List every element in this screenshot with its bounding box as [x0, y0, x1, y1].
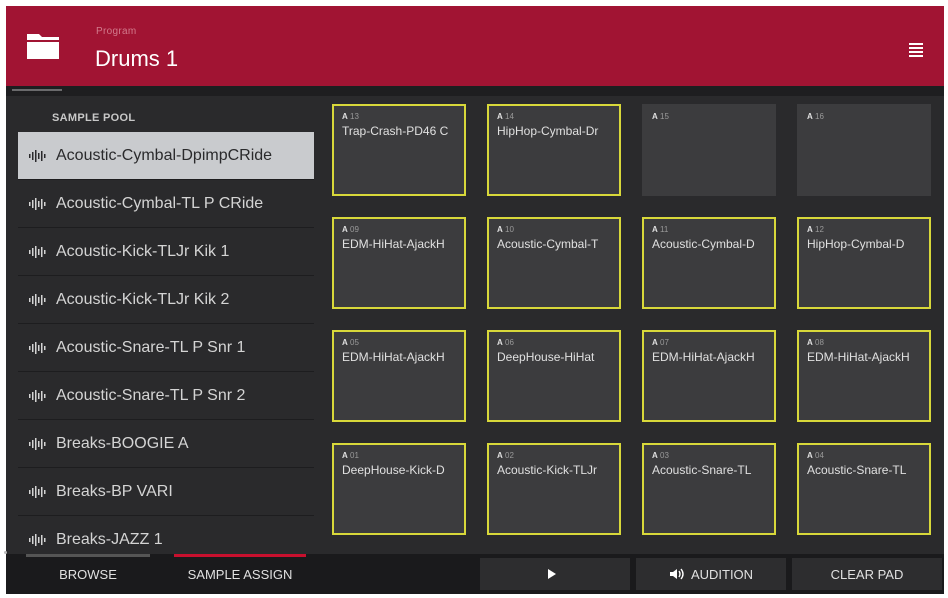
sample-name: Breaks-JAZZ 1: [56, 530, 163, 548]
tab-indicator: [12, 89, 62, 91]
sample-name: Acoustic-Cymbal-TL P CRide: [56, 194, 264, 212]
app-window: Program Drums 1 SAMPLE POOL Acoustic-Cym…: [6, 6, 944, 594]
pad-sample-name: DeepHouse-HiHat: [497, 350, 595, 364]
pad-number: A 03: [652, 451, 669, 460]
pad-number: A 04: [807, 451, 824, 460]
sample-name: Acoustic-Snare-TL P Snr 1: [56, 338, 246, 356]
pad-a11[interactable]: A 11 Acoustic-Cymbal-D: [642, 217, 776, 309]
pad-a16[interactable]: A 16: [797, 104, 931, 196]
pad-number: A 06: [497, 338, 514, 347]
pad-a14[interactable]: A 14 HipHop-Cymbal-Dr: [487, 104, 621, 196]
pad-sample-name: DeepHouse-Kick-D: [342, 463, 445, 477]
pad-sample-name: EDM-HiHat-AjackH: [342, 350, 445, 364]
sample-pool-item[interactable]: Acoustic-Cymbal-DpimpCRide: [18, 132, 314, 180]
sample-pool-item[interactable]: Acoustic-Snare-TL P Snr 1: [18, 324, 314, 372]
waveform-icon: [29, 149, 46, 162]
pad-number: A 16: [807, 112, 824, 121]
sample-pool-panel: SAMPLE POOL Acoustic-Cymbal-DpimpCRide Ac…: [18, 98, 314, 550]
pad-number: A 11: [652, 225, 669, 234]
bottom-toolbar: BROWSE SAMPLE ASSIGN AUDITION CLEAR PAD: [6, 554, 944, 594]
pad-grid: A 13 Trap-Crash-PD46 C A 14 HipHop-Cymbal-D…: [326, 98, 944, 550]
pad-number: A 08: [807, 338, 824, 347]
sample-pool-title: SAMPLE POOL: [52, 112, 136, 124]
pad-sample-name: Acoustic-Kick-TLJr: [497, 463, 598, 477]
play-icon: [548, 569, 556, 579]
pad-a08[interactable]: A 08 EDM-HiHat-AjackH: [797, 330, 931, 422]
pad-a12[interactable]: A 12 HipHop-Cymbal-D: [797, 217, 931, 309]
sample-name: Acoustic-Cymbal-DpimpCRide: [56, 146, 273, 164]
pad-a13[interactable]: A 13 Trap-Crash-PD46 C: [332, 104, 466, 196]
audition-label: AUDITION: [690, 566, 754, 582]
pad-number: A 15: [652, 112, 669, 121]
pad-number: A 10: [497, 225, 514, 234]
waveform-icon: [29, 197, 46, 210]
pad-sample-name: Trap-Crash-PD46 C: [342, 124, 449, 138]
sample-pool-item[interactable]: Acoustic-Kick-TLJr Kik 2: [18, 276, 314, 324]
pad-number: A 12: [807, 225, 824, 234]
pad-a07[interactable]: A 07 EDM-HiHat-AjackH: [642, 330, 776, 422]
pad-a01[interactable]: A 01 DeepHouse-Kick-D: [332, 443, 466, 535]
browse-tab[interactable]: BROWSE: [26, 554, 150, 594]
waveform-icon: [29, 341, 46, 354]
pad-sample-name: HipHop-Cymbal-Dr: [497, 124, 599, 138]
pad-sample-name: EDM-HiHat-AjackH: [652, 350, 755, 364]
sample-pool-item[interactable]: Acoustic-Kick-TLJr Kik 1: [18, 228, 314, 276]
audition-button[interactable]: AUDITION: [636, 558, 786, 590]
pad-number: A 07: [652, 338, 669, 347]
pad-sample-name: HipHop-Cymbal-D: [807, 237, 905, 251]
waveform-icon: [29, 293, 46, 306]
pad-a02[interactable]: A 02 Acoustic-Kick-TLJr: [487, 443, 621, 535]
sample-pool-item[interactable]: Breaks-BOOGIE A: [18, 420, 314, 468]
sample-name: Acoustic-Kick-TLJr Kik 1: [56, 242, 230, 260]
play-button[interactable]: [480, 558, 630, 590]
sample-name: Breaks-BP VARI: [56, 482, 173, 500]
pad-sample-name: Acoustic-Snare-TL: [807, 463, 907, 477]
pad-a09[interactable]: A 09 EDM-HiHat-AjackH: [332, 217, 466, 309]
sample-pool-list[interactable]: Acoustic-Cymbal-DpimpCRide Acoustic-Cymba…: [18, 132, 314, 550]
waveform-icon: [29, 437, 46, 450]
pad-number: A 02: [497, 451, 514, 460]
pad-a05[interactable]: A 05 EDM-HiHat-AjackH: [332, 330, 466, 422]
pad-sample-name: EDM-HiHat-AjackH: [342, 237, 445, 251]
pad-number: A 01: [342, 451, 359, 460]
waveform-icon: [29, 245, 46, 258]
speaker-icon: [669, 568, 684, 580]
sample-name: Breaks-BOOGIE A: [56, 434, 189, 452]
header-label: Program: [96, 26, 137, 37]
sample-name: Acoustic-Snare-TL P Snr 2: [56, 386, 246, 404]
pad-sample-name: EDM-HiHat-AjackH: [807, 350, 910, 364]
pad-sample-name: Acoustic-Cymbal-T: [497, 237, 599, 251]
pad-number: A 13: [342, 112, 359, 121]
pad-number: A 14: [497, 112, 514, 121]
folder-icon[interactable]: [26, 30, 60, 60]
sample-assign-tab[interactable]: SAMPLE ASSIGN: [174, 554, 306, 594]
pad-a04[interactable]: A 04 Acoustic-Snare-TL: [797, 443, 931, 535]
sample-pool-item[interactable]: Breaks-JAZZ 1: [18, 516, 314, 550]
menu-icon[interactable]: [909, 43, 923, 59]
clear-pad-button[interactable]: CLEAR PAD: [792, 558, 942, 590]
sample-pool-item[interactable]: Acoustic-Cymbal-TL P CRide: [18, 180, 314, 228]
pad-sample-name: Acoustic-Cymbal-D: [652, 237, 755, 251]
pad-a03[interactable]: A 03 Acoustic-Snare-TL: [642, 443, 776, 535]
program-title[interactable]: Drums 1: [95, 46, 178, 72]
sample-pool-item[interactable]: Breaks-BP VARI: [18, 468, 314, 516]
status-dot: [4, 551, 7, 554]
pad-a06[interactable]: A 06 DeepHouse-HiHat: [487, 330, 621, 422]
pad-a15[interactable]: A 15: [642, 104, 776, 196]
pad-number: A 09: [342, 225, 359, 234]
pad-number: A 05: [342, 338, 359, 347]
waveform-icon: [29, 533, 46, 546]
sample-pool-item[interactable]: Acoustic-Snare-TL P Snr 2: [18, 372, 314, 420]
pad-a10[interactable]: A 10 Acoustic-Cymbal-T: [487, 217, 621, 309]
waveform-icon: [29, 485, 46, 498]
header-divider: [6, 86, 944, 96]
pad-sample-name: Acoustic-Snare-TL: [652, 463, 752, 477]
sample-name: Acoustic-Kick-TLJr Kik 2: [56, 290, 230, 308]
header-bar: Program Drums 1: [6, 6, 944, 86]
waveform-icon: [29, 389, 46, 402]
